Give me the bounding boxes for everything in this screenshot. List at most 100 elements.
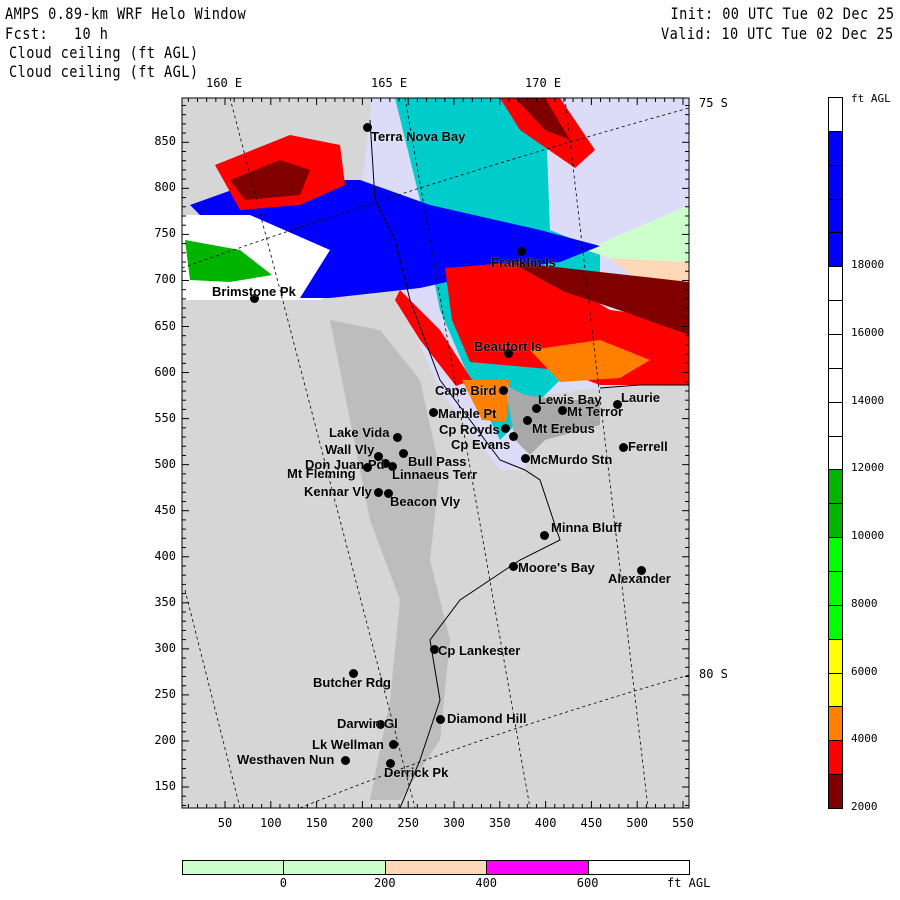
y-tick-label: 350 [154, 594, 176, 609]
x-tick-label: 150 [305, 816, 328, 830]
station-label: Cp Lankester [438, 643, 521, 658]
station-label: Derrick Pk [384, 765, 449, 780]
colorbar-label: 12000 [851, 461, 885, 475]
station-label: Butcher Rdg [313, 675, 391, 690]
bottom-colorbar-swatch [587, 860, 690, 875]
x-tick-label: 50 [217, 816, 233, 830]
station-marker[interactable] [540, 531, 549, 540]
station-marker[interactable] [509, 562, 518, 571]
y-tick-label: 600 [154, 364, 176, 379]
station-label: Cape Bird [435, 383, 497, 398]
colorbar-label: 2000 [851, 800, 878, 813]
colorbar-swatch [828, 266, 843, 302]
y-tick-label: 700 [154, 272, 176, 287]
y-tick-label: 550 [154, 410, 176, 425]
colorbar-swatch [828, 300, 843, 335]
colorbar-label: 16000 [851, 326, 885, 339]
colorbar-swatch [828, 334, 843, 369]
station-marker[interactable] [558, 406, 567, 415]
colorbar-swatch [828, 503, 843, 539]
colorbar-label: 10000 [851, 529, 885, 543]
station-label: Lake Vida [329, 425, 390, 440]
station-label: Diamond Hill [447, 711, 527, 726]
station-marker[interactable] [374, 488, 383, 497]
x-tick-label: 350 [488, 816, 511, 830]
station-label: Laurie [621, 390, 661, 405]
x-tick-label: 100 [259, 816, 282, 830]
y-tick-label: 450 [154, 502, 176, 517]
station-marker[interactable] [393, 433, 402, 442]
lat-label-80: 80 S [699, 667, 728, 681]
station-label: McMurdo Stn [530, 452, 613, 467]
station-label: Beaufort Is [474, 339, 542, 354]
lon-label-170: 170 E [525, 76, 562, 90]
colorbar-swatch [828, 537, 843, 572]
station-label: Terra Nova Bay [371, 129, 466, 144]
colorbar-swatch [828, 130, 843, 166]
station-marker[interactable] [499, 386, 508, 395]
colorbar-swatch [828, 469, 843, 505]
station-marker[interactable] [521, 454, 530, 463]
station-label: Minna Bluff [551, 520, 622, 535]
station-label: Moore's Bay [518, 560, 595, 575]
station-label: Westhaven Nun [237, 752, 335, 767]
station-marker[interactable] [501, 424, 510, 433]
y-tick-label: 850 [154, 134, 176, 149]
bottom-colorbar-units: ft AGL [667, 876, 711, 890]
colorbar-swatch [828, 232, 843, 268]
colorbar-label: 14000 [851, 393, 885, 407]
y-tick-label: 650 [154, 318, 176, 333]
station-marker[interactable] [429, 408, 438, 417]
x-tick-label: 500 [626, 816, 649, 830]
colorbar-swatch [828, 164, 843, 200]
station-label: Mt Fleming [287, 466, 356, 481]
station-marker[interactable] [341, 756, 350, 765]
station-marker[interactable] [399, 449, 408, 458]
lon-label-165: 165 E [371, 76, 408, 90]
y-tick-label: 300 [154, 640, 176, 655]
colorbar-swatch [828, 638, 843, 674]
station-label: Franklin Is [491, 255, 557, 270]
station-label: Darwin Gl [337, 716, 398, 731]
colorbar-label: 6000 [851, 664, 878, 678]
colorbar-label: 18000 [851, 258, 885, 272]
station-label: Brimstone Pk [212, 284, 296, 299]
x-tick-label: 550 [672, 816, 694, 830]
y-tick-label: 150 [154, 779, 176, 793]
station-label: Lk Wellman [312, 737, 385, 752]
station-marker[interactable] [363, 463, 372, 472]
colorbar-swatch [828, 97, 843, 132]
station-marker[interactable] [509, 432, 518, 441]
colorbar-units: ft AGL [851, 92, 891, 105]
colorbar-label: 8000 [851, 596, 878, 610]
colorbar-swatch [828, 571, 843, 606]
y-tick-label: 500 [154, 456, 176, 471]
station-marker[interactable] [389, 740, 398, 749]
station-label: Cp Royds [439, 422, 500, 437]
station-label: Mt Terror [567, 404, 624, 419]
colorbar-swatch [828, 401, 843, 437]
colorbar-swatch [828, 198, 843, 234]
colorbar-swatch [828, 604, 843, 640]
lon-label-160: 160 E [206, 76, 243, 90]
station-label: Wall Vly [325, 442, 375, 457]
station-label: Marble Pt [438, 406, 497, 421]
colorbar-swatch [828, 706, 843, 742]
x-tick-label: 200 [351, 816, 374, 830]
bottom-colorbar-swatch [182, 860, 285, 875]
y-tick-label: 750 [154, 226, 176, 241]
station-marker[interactable] [436, 715, 445, 724]
colorbar-label: 4000 [851, 732, 878, 746]
station-marker[interactable] [619, 443, 628, 452]
station-marker[interactable] [523, 416, 532, 425]
bottom-colorbar-label: 600 [576, 876, 599, 890]
station-label: Mt Erebus [532, 421, 595, 436]
y-tick-label: 400 [154, 548, 176, 563]
y-tick-label: 800 [154, 180, 176, 195]
station-label: Beacon Vly [390, 494, 461, 509]
station-label: Alexander [608, 571, 671, 586]
x-tick-label: 300 [443, 816, 465, 830]
y-tick-label: 250 [154, 686, 176, 701]
station-label: Ferrell [628, 439, 668, 454]
colorbar-swatch [828, 367, 843, 403]
